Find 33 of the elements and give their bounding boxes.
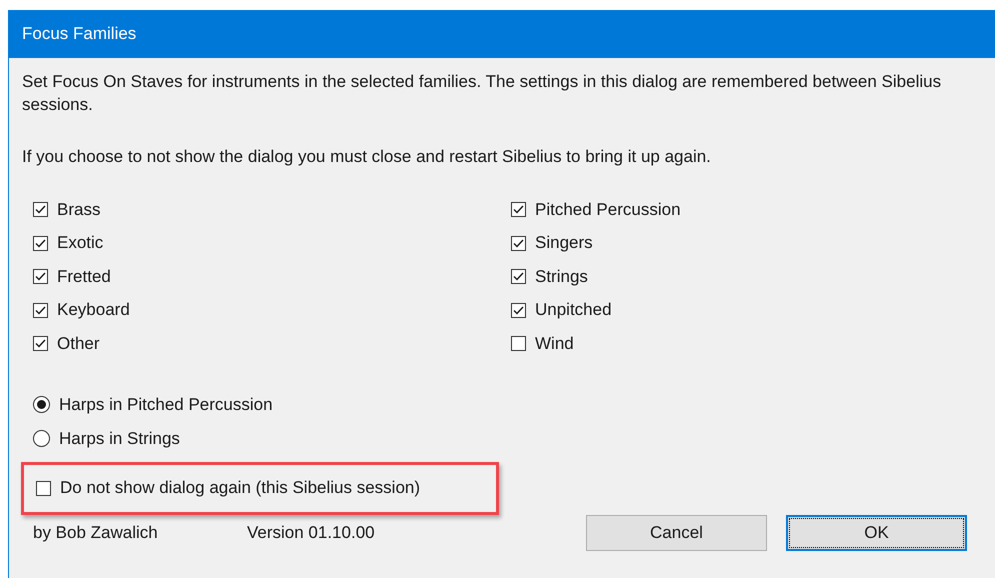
radio-button[interactable] (33, 430, 50, 447)
checkbox[interactable] (511, 336, 526, 352)
checkbox-label[interactable]: Brass (57, 200, 100, 220)
checkbox[interactable] (511, 202, 526, 218)
checkbox-label[interactable]: Do not show dialog again (this Sibelius session) (60, 478, 420, 498)
checkbox[interactable] (33, 202, 48, 218)
checkbox[interactable] (33, 302, 48, 318)
checkbox[interactable] (511, 269, 526, 284)
radio-label[interactable]: Harps in Strings (59, 428, 180, 448)
checkbox[interactable] (511, 236, 526, 251)
checkbox[interactable] (36, 480, 51, 496)
checkbox-label[interactable]: Exotic (57, 233, 104, 254)
window-title: Focus Families (22, 24, 136, 44)
checkbox-label[interactable]: Fretted (57, 266, 111, 287)
checkbox-label[interactable]: Pitched Percussion (535, 200, 681, 220)
checkbox-label[interactable]: Keyboard (57, 300, 130, 320)
checkbox-label[interactable]: Wind (535, 334, 574, 354)
checkbox-label[interactable]: Unpitched (535, 300, 612, 320)
checkbox-label[interactable]: Strings (535, 266, 588, 287)
description-text: If you choose to not show the dialog you must close and restart Sibelius to bring it up again. (22, 146, 712, 168)
radio-label[interactable]: Harps in Pitched Percussion (59, 394, 273, 414)
radio-button[interactable] (33, 396, 50, 413)
version-text: Version 01.10.00 (247, 522, 376, 542)
cancel-button[interactable]: Cancel (586, 514, 767, 550)
checkbox[interactable] (511, 302, 526, 318)
checkbox[interactable] (33, 236, 48, 251)
ok-button[interactable]: OK (786, 514, 967, 550)
author-text: by Bob Zawalich (33, 522, 159, 542)
checkbox-label[interactable]: Singers (535, 233, 593, 254)
checkbox[interactable] (33, 269, 48, 284)
checkbox-label[interactable]: Other (57, 334, 100, 354)
description-text: Set Focus On Staves for instruments in the selected families. The settings in this dialog are remembered between Sibelius sessions. (22, 71, 942, 116)
checkbox[interactable] (33, 336, 48, 352)
